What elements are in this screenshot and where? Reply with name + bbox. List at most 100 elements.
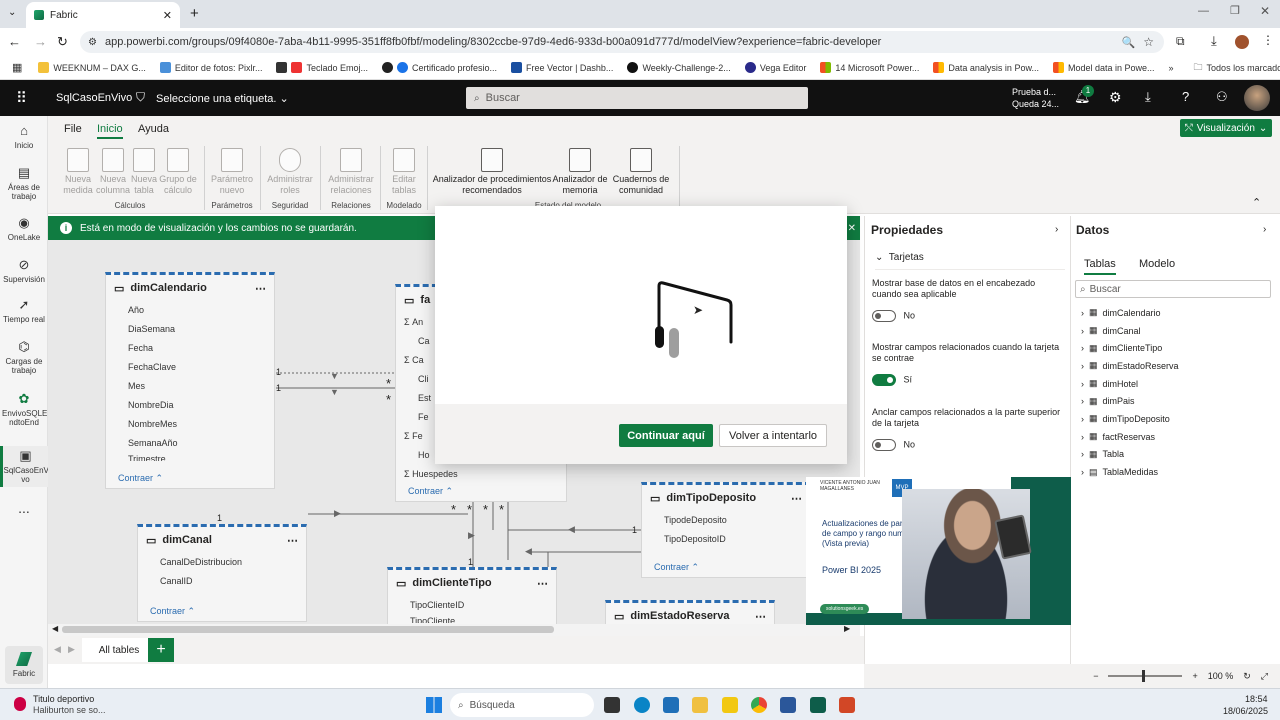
zoom-out-icon[interactable]: − bbox=[1093, 671, 1098, 681]
all-bookmarks-folder[interactable]: 🗀Todos los marcadores bbox=[1194, 60, 1280, 76]
site-info-icon[interactable]: ⚙ bbox=[88, 37, 97, 48]
apps-grid-icon[interactable]: ▦ bbox=[12, 61, 22, 74]
reload-icon[interactable]: ↻ bbox=[57, 34, 68, 50]
table-card-dimcalendario[interactable]: ▭ dimCalendario ⋯ Año DiaSemana Fecha Fech… bbox=[105, 272, 275, 489]
horizontal-scrollbar[interactable]: ◀ ▶ bbox=[48, 624, 860, 636]
toggle-switch[interactable] bbox=[872, 310, 896, 322]
rail-item-workspaces[interactable]: ▤ Áreas de trabajo bbox=[0, 166, 48, 202]
tab-ayuda[interactable]: Ayuda bbox=[138, 123, 169, 135]
chrome-icon[interactable] bbox=[751, 697, 767, 713]
new-table-button[interactable]: Nueva tabla bbox=[129, 148, 159, 196]
prev-tab-icon[interactable]: ◀ bbox=[54, 644, 61, 655]
close-window-button[interactable]: ✕ bbox=[1260, 4, 1270, 18]
tab-modelo[interactable]: Modelo bbox=[1139, 258, 1175, 270]
new-parameter-button[interactable]: Parámetro nuevo bbox=[208, 148, 256, 196]
bookmark-item[interactable]: Certificado profesio... bbox=[382, 62, 497, 73]
manage-relationships-button[interactable]: Administrar relaciones bbox=[324, 148, 378, 196]
sensitivity-label-dropdown[interactable]: Seleccione una etiqueta. ⌄ bbox=[156, 92, 289, 105]
zoom-icon[interactable]: 🔍 bbox=[1122, 36, 1136, 49]
next-tab-icon[interactable]: ▶ bbox=[68, 644, 75, 655]
field-item[interactable]: DiaSemana bbox=[106, 320, 274, 339]
memory-analyzer-button[interactable]: Analizador de memoria bbox=[550, 148, 610, 196]
scroll-thumb[interactable] bbox=[62, 626, 554, 633]
field-item[interactable]: NombreMes bbox=[106, 415, 274, 434]
infobar-close-icon[interactable]: ✕ bbox=[848, 223, 856, 234]
new-tab-button[interactable]: + bbox=[190, 5, 199, 22]
powerpoint-icon[interactable] bbox=[839, 697, 855, 713]
help-icon[interactable]: ? bbox=[1182, 89, 1189, 104]
tab-file[interactable]: File bbox=[64, 123, 82, 135]
toggle-show-related[interactable]: Sí bbox=[872, 374, 912, 386]
table-item[interactable]: › ▦ Tabla bbox=[1071, 446, 1280, 464]
settings-gear-icon[interactable]: ⚙ bbox=[1109, 89, 1122, 106]
bookmark-item[interactable]: WEEKNUM – DAX G... bbox=[38, 62, 146, 73]
bookmark-item[interactable]: 14 Microsoft Power... bbox=[820, 62, 919, 73]
community-notebooks-button[interactable]: Cuadernos de comunidad bbox=[606, 148, 676, 196]
field-item[interactable]: TipoCliente bbox=[388, 615, 556, 623]
new-measure-button[interactable]: Nueva medida bbox=[60, 148, 96, 196]
table-item[interactable]: › ▦ dimCalendario bbox=[1071, 304, 1280, 322]
visualization-dropdown[interactable]: ⤲ Visualización ⌄ bbox=[1180, 119, 1272, 137]
app-launcher-icon[interactable]: ⠿ bbox=[16, 89, 27, 107]
field-item[interactable]: Fecha bbox=[106, 339, 274, 358]
manage-roles-button[interactable]: Administrar roles bbox=[264, 148, 316, 196]
field-item[interactable]: Mes bbox=[106, 377, 274, 396]
rail-item-workloads[interactable]: ⌬ Cargas de trabajo bbox=[0, 340, 48, 376]
edit-tables-button[interactable]: Editar tablas bbox=[384, 148, 424, 196]
field-item[interactable]: TipoClienteID bbox=[388, 596, 556, 615]
search-box[interactable]: ⌕ Buscar bbox=[466, 87, 808, 109]
app-name[interactable]: SqlCasoEnVivo bbox=[56, 92, 132, 104]
bookmark-item[interactable]: Model data in Powe... bbox=[1052, 62, 1155, 73]
tab-inicio[interactable]: Inicio bbox=[97, 123, 123, 139]
zoom-slider-thumb[interactable] bbox=[1142, 670, 1146, 682]
rail-item-model[interactable]: ▣ SqlCasoEnVi vo bbox=[0, 446, 51, 487]
calc-group-button[interactable]: Grupo de cálculo bbox=[158, 148, 198, 196]
extensions-icon[interactable]: ⧉ bbox=[1176, 34, 1185, 49]
bookmark-star-icon[interactable]: ☆ bbox=[1143, 35, 1154, 49]
retry-button[interactable]: Volver a intentarlo bbox=[719, 424, 827, 447]
rail-item-realtime[interactable]: ➚ Tiempo real bbox=[0, 298, 48, 325]
zoom-in-icon[interactable]: + bbox=[1192, 671, 1197, 681]
field-item[interactable]: CanalDeDistribucion bbox=[138, 553, 306, 572]
rail-item-monitor[interactable]: ⊘ Supervisión bbox=[0, 258, 48, 285]
taskbar-search[interactable]: ⌕ Búsqueda bbox=[450, 693, 594, 717]
section-tarjetas[interactable]: ⌄ Tarjetas bbox=[875, 252, 1065, 270]
collapse-button[interactable]: Contraer ⌃ bbox=[642, 562, 699, 573]
share-icon[interactable]: ⚇ bbox=[1216, 89, 1228, 105]
toggle-show-database[interactable]: No bbox=[872, 310, 915, 322]
reset-zoom-icon[interactable]: ↻ bbox=[1243, 671, 1251, 682]
download-icon[interactable]: ⤓ bbox=[1145, 89, 1151, 105]
field-item[interactable]: Σ Huespedes bbox=[396, 465, 566, 484]
minimize-button[interactable]: — bbox=[1198, 5, 1209, 17]
store-icon[interactable] bbox=[663, 697, 679, 713]
collapse-button[interactable]: Contraer ⌃ bbox=[106, 473, 163, 484]
field-item[interactable]: Año bbox=[106, 301, 274, 320]
collapse-button[interactable]: Contraer ⌃ bbox=[396, 486, 453, 497]
toggle-switch[interactable] bbox=[872, 439, 896, 451]
ribbon-collapse-icon[interactable]: ⌃ bbox=[1252, 196, 1261, 209]
download-icon[interactable]: ⤓ bbox=[1211, 33, 1217, 49]
rail-item-home[interactable]: ⌂ Inicio bbox=[0, 124, 48, 151]
collapse-pane-icon[interactable]: › bbox=[1263, 224, 1266, 235]
word-icon[interactable] bbox=[780, 697, 796, 713]
rail-more[interactable]: ... bbox=[0, 501, 48, 515]
task-view-icon[interactable] bbox=[604, 697, 620, 713]
browser-menu-icon[interactable]: ⋮ bbox=[1262, 33, 1274, 47]
table-item[interactable]: › ▦ dimPais bbox=[1071, 392, 1280, 410]
edge-icon[interactable] bbox=[634, 697, 650, 713]
field-item[interactable]: CanalID bbox=[138, 572, 306, 591]
toggle-switch[interactable] bbox=[872, 374, 896, 386]
zoom-slider[interactable] bbox=[1108, 670, 1183, 682]
rail-item-sql[interactable]: ✿ EnvivoSQLE ndtoEnd bbox=[0, 392, 48, 428]
bookmark-item[interactable]: Data analysis in Pow... bbox=[933, 62, 1039, 73]
tab-all-tables[interactable]: All tables bbox=[82, 638, 156, 662]
card-menu-icon[interactable]: ⋯ bbox=[255, 282, 266, 295]
card-menu-icon[interactable]: ⋯ bbox=[791, 492, 802, 505]
table-item[interactable]: › ▦ dimClienteTipo bbox=[1071, 339, 1280, 357]
table-item[interactable]: › ▦ dimHotel bbox=[1071, 375, 1280, 393]
maximize-button[interactable]: ❐ bbox=[1230, 4, 1240, 17]
bookmark-item[interactable]: Weekly-Challenge-2... bbox=[627, 62, 731, 73]
notification-widget-icon[interactable] bbox=[14, 697, 26, 711]
table-item[interactable]: › ▦ factReservas bbox=[1071, 428, 1280, 446]
collapse-button[interactable]: Contraer ⌃ bbox=[138, 606, 195, 617]
